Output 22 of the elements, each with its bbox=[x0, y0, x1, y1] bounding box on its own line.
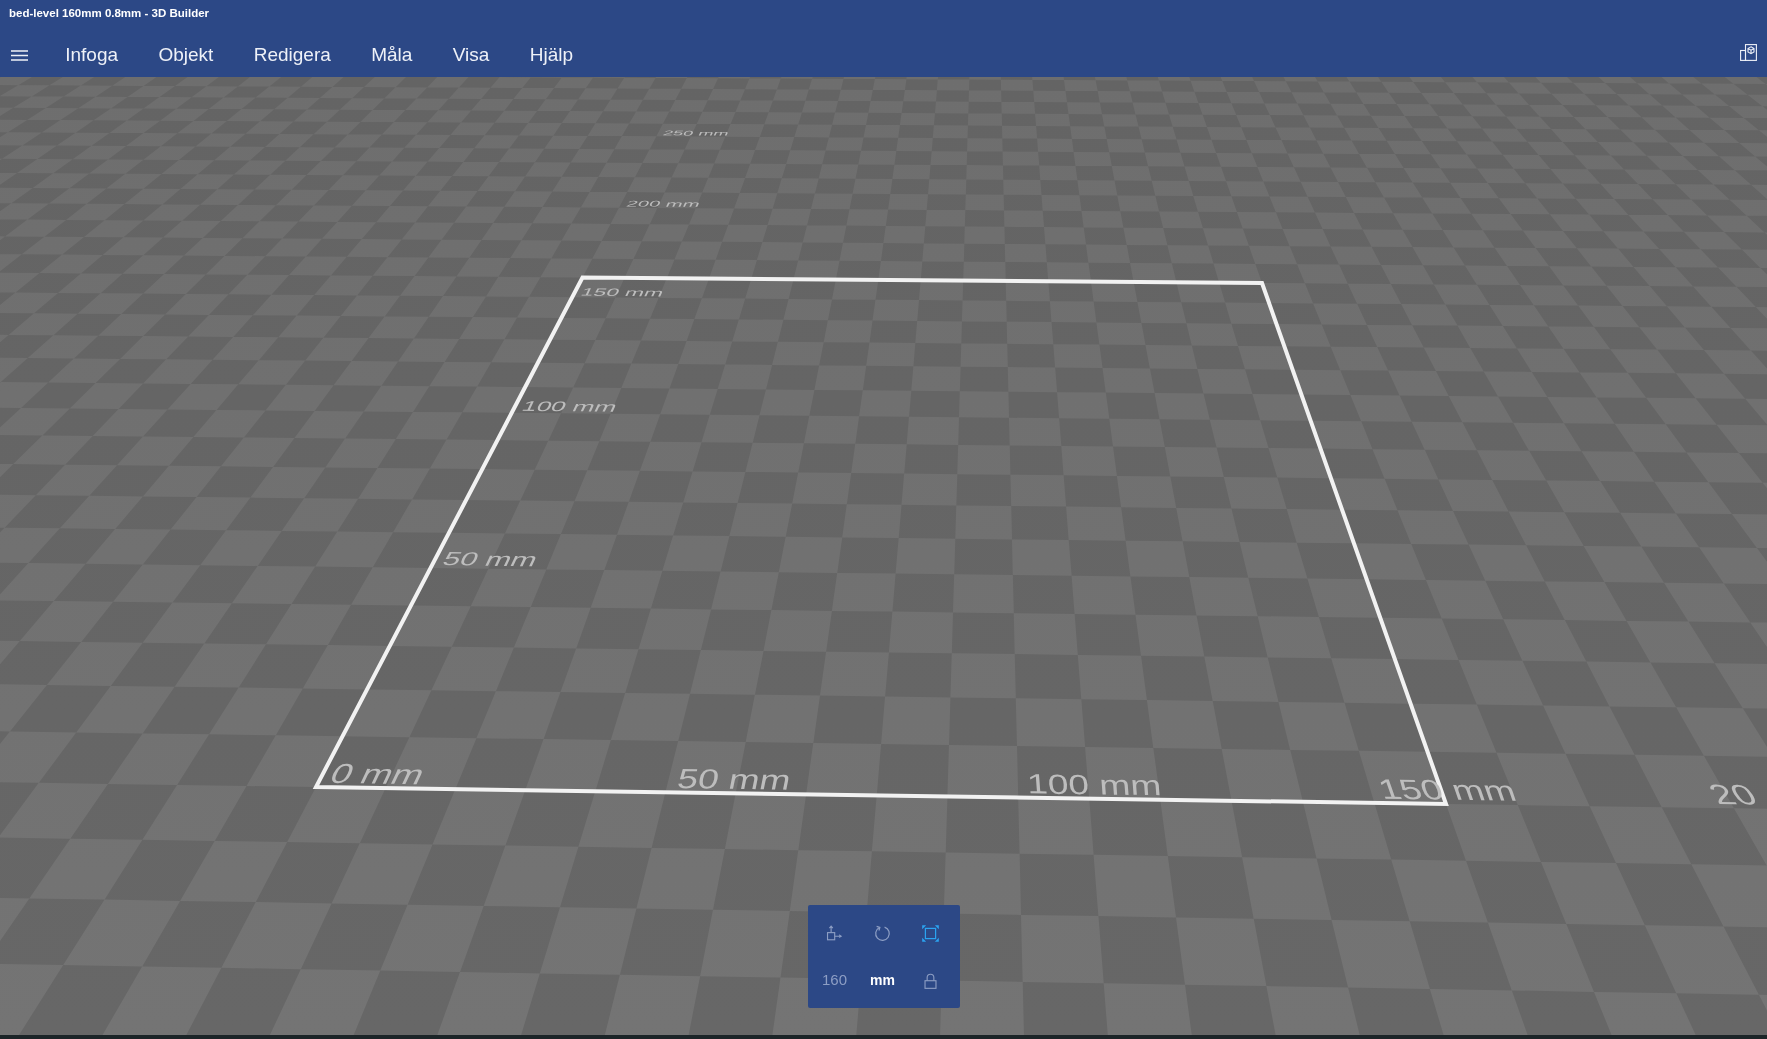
axis-label: 100 mm bbox=[1025, 767, 1163, 802]
axis-label: 50 mm bbox=[439, 547, 542, 571]
menu-item[interactable]: Redigera bbox=[233, 35, 351, 75]
window-title: bed-level 160mm 0.8mm - 3D Builder bbox=[9, 7, 210, 19]
axis-label: 150 mm bbox=[578, 286, 667, 299]
menu-item[interactable]: Hjälp bbox=[509, 35, 594, 75]
square-arrows-icon[interactable] bbox=[826, 925, 843, 941]
axis-label: 200 mm bbox=[624, 199, 702, 209]
menu-icon[interactable] bbox=[11, 49, 28, 61]
menu-item[interactable]: Visa bbox=[432, 35, 510, 75]
resize-square-icon[interactable] bbox=[922, 924, 939, 942]
rotate-icon[interactable] bbox=[874, 924, 891, 942]
menu-item[interactable]: Objekt bbox=[138, 35, 234, 75]
cube-panel-icon[interactable] bbox=[1740, 44, 1757, 61]
padlock-icon[interactable] bbox=[924, 973, 937, 989]
axis-label: 20 bbox=[1702, 778, 1764, 811]
axis-label: 0 mm bbox=[325, 758, 431, 790]
menu-item[interactable]: Måla bbox=[351, 35, 433, 75]
menu-item[interactable]: Infoga bbox=[45, 35, 139, 75]
axis-label: 100 mm bbox=[518, 398, 621, 415]
unit-selector[interactable]: mm bbox=[866, 969, 899, 990]
axis-label: 50 mm bbox=[674, 762, 794, 796]
